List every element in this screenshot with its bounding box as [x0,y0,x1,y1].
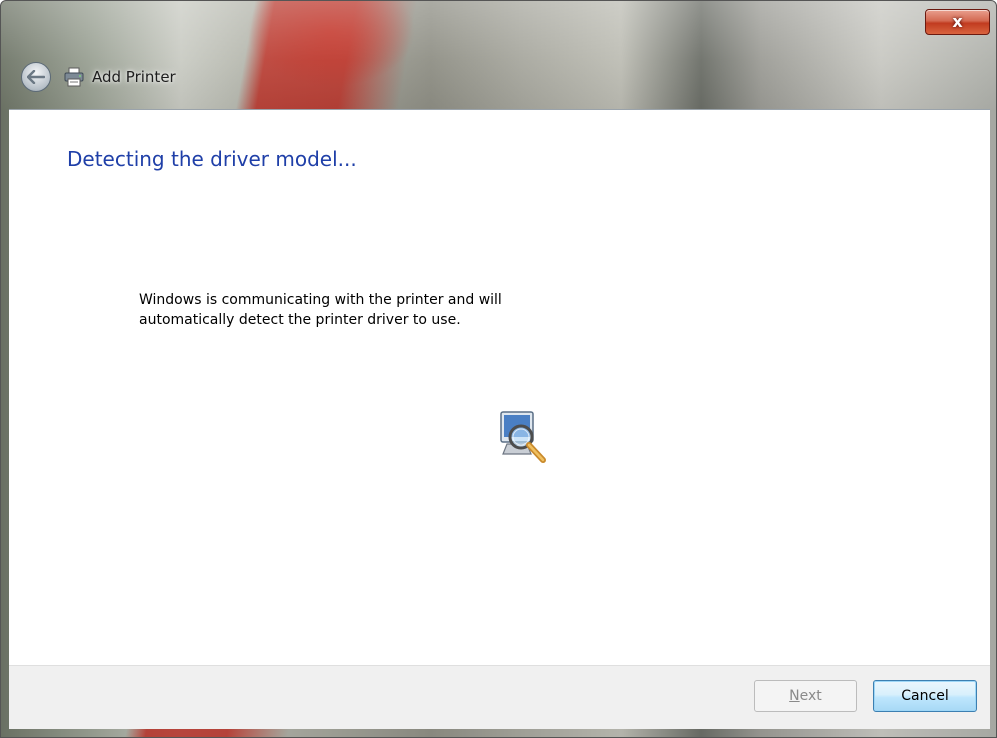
back-arrow-icon [27,70,45,84]
next-button[interactable]: Next [754,680,857,712]
status-message: Windows is communicating with the printe… [139,290,659,330]
search-computer-icon [500,411,546,463]
printer-icon [64,67,84,87]
status-message-line-1: Windows is communicating with the printe… [139,292,502,308]
button-bar: Next Cancel [9,665,990,729]
add-printer-window: x Add Printer Detecting the driver model… [0,0,997,738]
close-button[interactable]: x [925,9,990,35]
page-heading: Detecting the driver model... [67,147,357,171]
next-button-accelerator: N [789,688,800,704]
status-message-line-2: automatically detect the printer driver … [139,312,461,328]
next-button-label: ext [799,688,822,704]
cancel-button[interactable]: Cancel [873,680,977,712]
back-button[interactable] [21,62,51,92]
window-title: Add Printer [92,68,176,86]
close-icon: x [952,12,963,31]
title-bar: Add Printer [21,62,176,92]
content-area: Detecting the driver model... Windows is… [9,109,990,666]
